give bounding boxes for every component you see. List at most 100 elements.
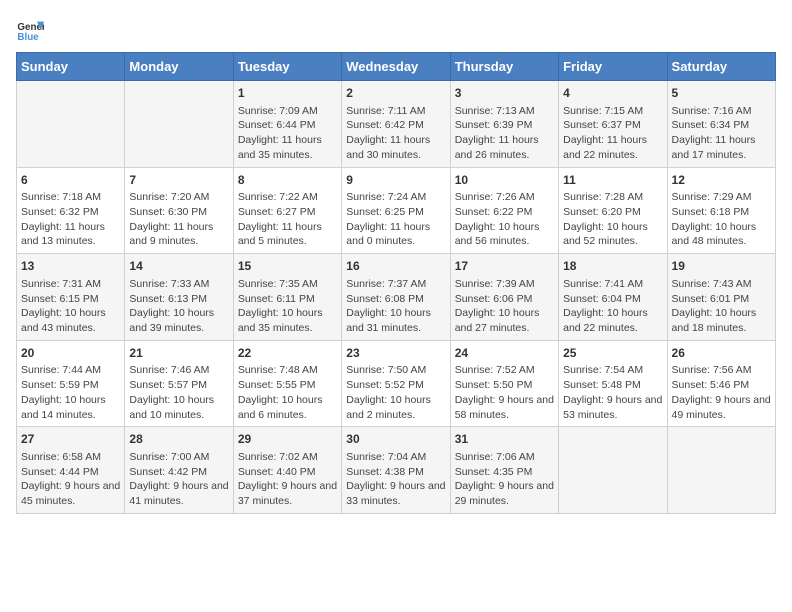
calendar-cell: 15 Sunrise: 7:35 AM Sunset: 6:11 PM Dayli… bbox=[233, 254, 341, 341]
day-number: 22 bbox=[238, 345, 337, 362]
calendar-cell: 12Sunrise: 7:29 AM Sunset: 6:18 PM Dayli… bbox=[667, 167, 775, 254]
day-number: 27 bbox=[21, 431, 120, 448]
calendar-header: Sunday Monday Tuesday Wednesday Thursday… bbox=[17, 53, 776, 81]
calendar-cell bbox=[125, 81, 233, 168]
header-wednesday: Wednesday bbox=[342, 53, 450, 81]
day-number: 16 bbox=[346, 258, 445, 275]
day-info: Sunrise: 6:58 AM Sunset: 4:44 PM Dayligh… bbox=[21, 450, 120, 509]
day-info: Sunrise: 7:24 AM Sunset: 6:25 PM Dayligh… bbox=[346, 190, 445, 249]
day-number: 24 bbox=[455, 345, 554, 362]
day-number: 26 bbox=[672, 345, 771, 362]
calendar-cell bbox=[559, 427, 667, 514]
day-number: 18 bbox=[563, 258, 662, 275]
calendar-cell: 3Sunrise: 7:13 AM Sunset: 6:39 PM Daylig… bbox=[450, 81, 558, 168]
calendar-cell: 22Sunrise: 7:48 AM Sunset: 5:55 PM Dayli… bbox=[233, 340, 341, 427]
header-friday: Friday bbox=[559, 53, 667, 81]
day-info: Sunrise: 7:22 AM Sunset: 6:27 PM Dayligh… bbox=[238, 190, 337, 249]
day-number: 7 bbox=[129, 172, 228, 189]
day-info: Sunrise: 7:52 AM Sunset: 5:50 PM Dayligh… bbox=[455, 363, 554, 422]
calendar-cell: 10Sunrise: 7:26 AM Sunset: 6:22 PM Dayli… bbox=[450, 167, 558, 254]
calendar-cell: 28 Sunrise: 7:00 AM Sunset: 4:42 PM Dayli… bbox=[125, 427, 233, 514]
day-info: Sunrise: 7:56 AM Sunset: 5:46 PM Dayligh… bbox=[672, 363, 771, 422]
header-thursday: Thursday bbox=[450, 53, 558, 81]
calendar-cell: 30 Sunrise: 7:04 AM Sunset: 4:38 PM Dayli… bbox=[342, 427, 450, 514]
calendar-week-2: 6Sunrise: 7:18 AM Sunset: 6:32 PM Daylig… bbox=[17, 167, 776, 254]
day-info: Sunrise: 7:29 AM Sunset: 6:18 PM Dayligh… bbox=[672, 190, 771, 249]
day-info: Sunrise: 7:11 AM Sunset: 6:42 PM Dayligh… bbox=[346, 104, 445, 163]
day-info: Sunrise: 7:33 AM Sunset: 6:13 PM Dayligh… bbox=[129, 277, 228, 336]
day-info: Sunrise: 7:50 AM Sunset: 5:52 PM Dayligh… bbox=[346, 363, 445, 422]
day-info: Sunrise: 7:00 AM Sunset: 4:42 PM Dayligh… bbox=[129, 450, 228, 509]
day-info: Sunrise: 7:09 AM Sunset: 6:44 PM Dayligh… bbox=[238, 104, 337, 163]
logo-icon: General Blue bbox=[16, 16, 44, 44]
calendar-cell: 16Sunrise: 7:37 AM Sunset: 6:08 PM Dayli… bbox=[342, 254, 450, 341]
calendar-cell: 18 Sunrise: 7:41 AM Sunset: 6:04 PM Dayli… bbox=[559, 254, 667, 341]
day-info: Sunrise: 7:39 AM Sunset: 6:06 PM Dayligh… bbox=[455, 277, 554, 336]
day-number: 28 bbox=[129, 431, 228, 448]
calendar-body: 1 Sunrise: 7:09 AM Sunset: 6:44 PM Daylig… bbox=[17, 81, 776, 514]
calendar-week-5: 27 Sunrise: 6:58 AM Sunset: 4:44 PM Dayli… bbox=[17, 427, 776, 514]
calendar-cell: 19 Sunrise: 7:43 AM Sunset: 6:01 PM Dayli… bbox=[667, 254, 775, 341]
day-number: 25 bbox=[563, 345, 662, 362]
day-number: 5 bbox=[672, 85, 771, 102]
calendar-cell: 31 Sunrise: 7:06 AM Sunset: 4:35 PM Dayli… bbox=[450, 427, 558, 514]
day-info: Sunrise: 7:16 AM Sunset: 6:34 PM Dayligh… bbox=[672, 104, 771, 163]
calendar-cell: 26Sunrise: 7:56 AM Sunset: 5:46 PM Dayli… bbox=[667, 340, 775, 427]
calendar-cell: 21Sunrise: 7:46 AM Sunset: 5:57 PM Dayli… bbox=[125, 340, 233, 427]
header-saturday: Saturday bbox=[667, 53, 775, 81]
calendar-cell: 6Sunrise: 7:18 AM Sunset: 6:32 PM Daylig… bbox=[17, 167, 125, 254]
day-number: 2 bbox=[346, 85, 445, 102]
day-info: Sunrise: 7:41 AM Sunset: 6:04 PM Dayligh… bbox=[563, 277, 662, 336]
day-number: 30 bbox=[346, 431, 445, 448]
day-info: Sunrise: 7:13 AM Sunset: 6:39 PM Dayligh… bbox=[455, 104, 554, 163]
day-info: Sunrise: 7:46 AM Sunset: 5:57 PM Dayligh… bbox=[129, 363, 228, 422]
day-info: Sunrise: 7:18 AM Sunset: 6:32 PM Dayligh… bbox=[21, 190, 120, 249]
calendar-cell: 23Sunrise: 7:50 AM Sunset: 5:52 PM Dayli… bbox=[342, 340, 450, 427]
calendar-week-1: 1 Sunrise: 7:09 AM Sunset: 6:44 PM Daylig… bbox=[17, 81, 776, 168]
header-monday: Monday bbox=[125, 53, 233, 81]
day-info: Sunrise: 7:26 AM Sunset: 6:22 PM Dayligh… bbox=[455, 190, 554, 249]
day-number: 29 bbox=[238, 431, 337, 448]
day-info: Sunrise: 7:31 AM Sunset: 6:15 PM Dayligh… bbox=[21, 277, 120, 336]
calendar-table: Sunday Monday Tuesday Wednesday Thursday… bbox=[16, 52, 776, 514]
day-number: 9 bbox=[346, 172, 445, 189]
calendar-cell: 8Sunrise: 7:22 AM Sunset: 6:27 PM Daylig… bbox=[233, 167, 341, 254]
day-number: 19 bbox=[672, 258, 771, 275]
day-info: Sunrise: 7:02 AM Sunset: 4:40 PM Dayligh… bbox=[238, 450, 337, 509]
day-info: Sunrise: 7:35 AM Sunset: 6:11 PM Dayligh… bbox=[238, 277, 337, 336]
calendar-cell: 13Sunrise: 7:31 AM Sunset: 6:15 PM Dayli… bbox=[17, 254, 125, 341]
day-number: 21 bbox=[129, 345, 228, 362]
day-number: 1 bbox=[238, 85, 337, 102]
calendar-cell: 11Sunrise: 7:28 AM Sunset: 6:20 PM Dayli… bbox=[559, 167, 667, 254]
day-number: 20 bbox=[21, 345, 120, 362]
calendar-cell: 4Sunrise: 7:15 AM Sunset: 6:37 PM Daylig… bbox=[559, 81, 667, 168]
day-info: Sunrise: 7:04 AM Sunset: 4:38 PM Dayligh… bbox=[346, 450, 445, 509]
calendar-cell: 9Sunrise: 7:24 AM Sunset: 6:25 PM Daylig… bbox=[342, 167, 450, 254]
day-info: Sunrise: 7:44 AM Sunset: 5:59 PM Dayligh… bbox=[21, 363, 120, 422]
day-info: Sunrise: 7:54 AM Sunset: 5:48 PM Dayligh… bbox=[563, 363, 662, 422]
day-info: Sunrise: 7:06 AM Sunset: 4:35 PM Dayligh… bbox=[455, 450, 554, 509]
calendar-cell: 14Sunrise: 7:33 AM Sunset: 6:13 PM Dayli… bbox=[125, 254, 233, 341]
header: General Blue bbox=[16, 16, 776, 44]
calendar-week-3: 13Sunrise: 7:31 AM Sunset: 6:15 PM Dayli… bbox=[17, 254, 776, 341]
calendar-cell: 2 Sunrise: 7:11 AM Sunset: 6:42 PM Daylig… bbox=[342, 81, 450, 168]
calendar-cell: 29 Sunrise: 7:02 AM Sunset: 4:40 PM Dayli… bbox=[233, 427, 341, 514]
day-info: Sunrise: 7:43 AM Sunset: 6:01 PM Dayligh… bbox=[672, 277, 771, 336]
day-number: 8 bbox=[238, 172, 337, 189]
calendar-cell: 7Sunrise: 7:20 AM Sunset: 6:30 PM Daylig… bbox=[125, 167, 233, 254]
day-number: 10 bbox=[455, 172, 554, 189]
day-number: 12 bbox=[672, 172, 771, 189]
calendar-week-4: 20Sunrise: 7:44 AM Sunset: 5:59 PM Dayli… bbox=[17, 340, 776, 427]
day-number: 15 bbox=[238, 258, 337, 275]
calendar-cell: 27 Sunrise: 6:58 AM Sunset: 4:44 PM Dayli… bbox=[17, 427, 125, 514]
calendar-cell bbox=[667, 427, 775, 514]
calendar-cell bbox=[17, 81, 125, 168]
day-number: 11 bbox=[563, 172, 662, 189]
calendar-cell: 24Sunrise: 7:52 AM Sunset: 5:50 PM Dayli… bbox=[450, 340, 558, 427]
day-number: 6 bbox=[21, 172, 120, 189]
day-number: 31 bbox=[455, 431, 554, 448]
calendar-cell: 17 Sunrise: 7:39 AM Sunset: 6:06 PM Dayli… bbox=[450, 254, 558, 341]
header-sunday: Sunday bbox=[17, 53, 125, 81]
day-number: 17 bbox=[455, 258, 554, 275]
day-info: Sunrise: 7:28 AM Sunset: 6:20 PM Dayligh… bbox=[563, 190, 662, 249]
